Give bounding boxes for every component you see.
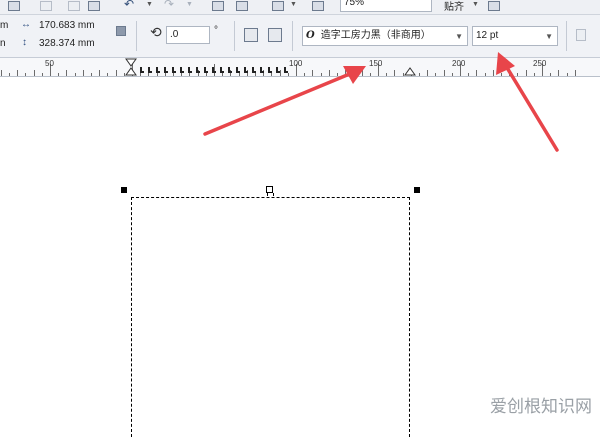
arrow-to-font-name [203, 71, 354, 136]
annotation-arrows [203, 52, 559, 152]
watermark: 爱创根知识网 [490, 397, 592, 416]
arrow-to-font-size [504, 64, 559, 152]
arrow-head-font-size [496, 52, 515, 75]
